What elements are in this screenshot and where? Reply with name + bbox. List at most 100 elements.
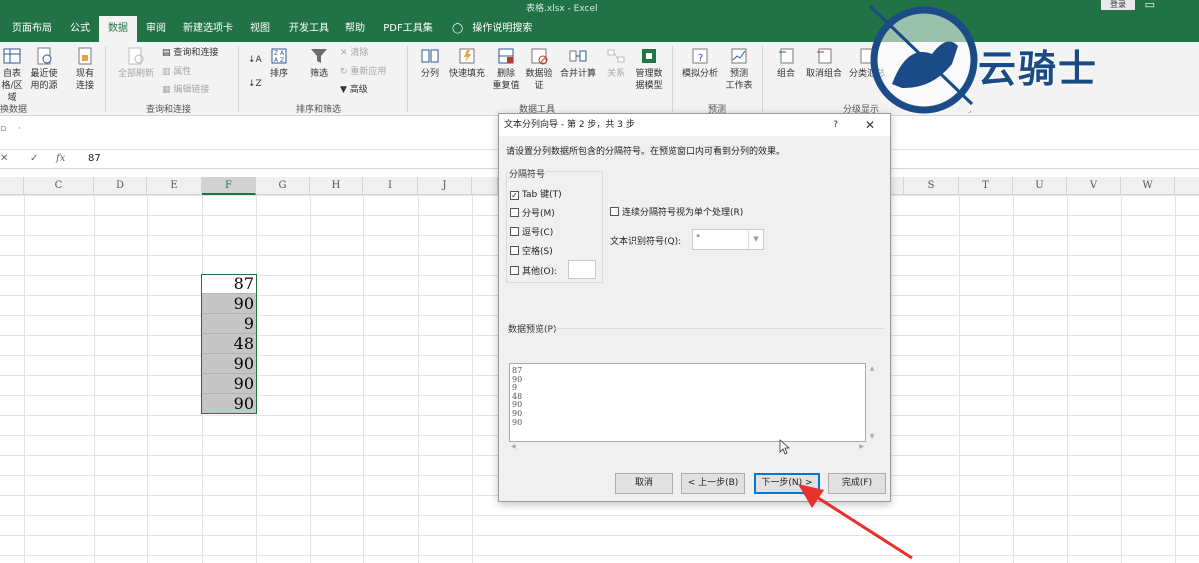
column-header-blank[interactable] — [0, 177, 24, 195]
formula-input[interactable]: 87 — [88, 153, 101, 164]
column-header-h[interactable]: H — [310, 177, 363, 195]
text-to-columns-button[interactable]: 分列 — [417, 46, 443, 80]
sort-button[interactable]: Z AA Z 排序 — [265, 46, 293, 80]
column-header-v[interactable]: V — [1067, 177, 1121, 195]
remove-duplicates-button[interactable]: 删除 重复值 — [490, 46, 522, 92]
text-qualifier-select[interactable]: " ▼ — [692, 229, 764, 250]
scroll-right-icon[interactable]: ▶ — [859, 443, 864, 450]
connections-icon — [78, 47, 92, 65]
mouse-cursor-icon — [779, 439, 791, 455]
help-icon[interactable]: ? — [833, 114, 838, 136]
existing-connections-button[interactable]: 现有 连接 — [70, 46, 100, 92]
group-label-transform: 换数据 — [0, 105, 28, 115]
scroll-up-icon[interactable]: ▲ — [866, 365, 878, 372]
cancel-entry-icon[interactable]: ✕ — [0, 153, 8, 164]
preview-line: 90 — [512, 374, 523, 384]
edit-links-icon: ▦ — [162, 85, 174, 95]
recent-sources-button[interactable]: 最近使 用的源 — [28, 46, 60, 92]
grid-line — [1013, 195, 1014, 563]
column-header-i[interactable]: I — [363, 177, 418, 195]
sort-icon: Z AA Z — [271, 48, 287, 64]
queries-connections-button[interactable]: ▤ 查询和连接 — [162, 47, 218, 59]
ungroup-icon — [817, 48, 832, 64]
insert-function-icon[interactable]: fx — [56, 153, 65, 164]
clear-button[interactable]: ✕ 清除 — [340, 47, 368, 59]
back-button[interactable]: < 上一步(B) — [681, 473, 745, 494]
quick-access-icon[interactable]: ▫ — [0, 124, 6, 134]
ribbon-divider — [672, 46, 673, 112]
consecutive-checkbox[interactable]: 连续分隔符号视为单个处理(R) — [610, 205, 743, 218]
customize-qat-icon[interactable]: · — [18, 124, 21, 134]
clear-icon: ✕ — [340, 48, 351, 58]
tab-review[interactable]: 审阅 — [139, 16, 173, 42]
edit-links-button[interactable]: ▦ 编辑链接 — [162, 84, 209, 96]
preview-horizontal-scrollbar[interactable]: ◀ ▶ — [509, 442, 866, 452]
sort-az-button[interactable]: ↓A — [248, 54, 262, 66]
filter-button[interactable]: 筛选 — [305, 46, 333, 80]
group-icon — [779, 48, 794, 64]
relationships-button[interactable]: 关系 — [601, 46, 631, 80]
svg-text:Z A: Z A — [274, 50, 285, 57]
tab-help[interactable]: 帮助 — [340, 16, 370, 42]
column-header-w[interactable]: W — [1121, 177, 1175, 195]
other-delimiter-input[interactable] — [568, 260, 596, 279]
close-icon[interactable]: ✕ — [865, 114, 875, 136]
grid-line — [310, 195, 311, 563]
flash-fill-button[interactable]: 快速填充 — [446, 46, 488, 80]
column-header-g[interactable]: G — [256, 177, 310, 195]
data-model-button[interactable]: 管理数 据模型 — [633, 46, 665, 92]
cancel-button[interactable]: 取消 — [615, 473, 673, 494]
tab-pdf-tools[interactable]: PDF工具集 — [377, 16, 439, 42]
scroll-down-icon[interactable]: ▼ — [866, 433, 878, 440]
confirm-entry-icon[interactable]: ✓ — [30, 153, 38, 164]
comma-checkbox[interactable]: 逗号(C) — [510, 225, 553, 238]
column-header-t[interactable]: T — [959, 177, 1013, 195]
column-header-f[interactable]: F — [202, 177, 256, 195]
consolidate-icon — [569, 50, 587, 62]
semicolon-checkbox[interactable]: 分号(M) — [510, 206, 555, 219]
column-header-c[interactable]: C — [24, 177, 94, 195]
tab-page-layout[interactable]: 页面布局 — [4, 16, 60, 42]
sort-za-button[interactable]: ↓Z — [248, 78, 262, 90]
grid-line — [24, 195, 25, 563]
refresh-all-button[interactable]: 全部刷新 — [114, 46, 158, 80]
tab-checkbox[interactable]: ✓ Tab 键(T) — [510, 187, 562, 200]
checkbox-icon — [510, 208, 519, 217]
tell-me-search[interactable]: ◯ 操作说明搜索 — [452, 16, 532, 42]
other-checkbox[interactable]: 其他(O): — [510, 264, 557, 277]
tab-formulas[interactable]: 公式 — [62, 16, 98, 42]
data-validation-button[interactable]: 数据验证 — [523, 46, 555, 92]
group-button[interactable]: 组合 — [772, 46, 800, 80]
preview-line: 90 — [512, 417, 523, 427]
tab-new[interactable]: 新建选项卡 — [176, 16, 240, 42]
ungroup-button[interactable]: 取消组合 — [803, 46, 845, 80]
preview-vertical-scrollbar[interactable]: ▲ ▼ — [866, 363, 878, 442]
consolidate-button[interactable]: 合并计算 — [557, 46, 599, 80]
tab-developer[interactable]: 开发工具 — [281, 16, 337, 42]
column-header-s[interactable]: S — [904, 177, 959, 195]
column-header-u[interactable]: U — [1013, 177, 1067, 195]
forecast-sheet-button[interactable]: 预测 工作表 — [722, 46, 756, 92]
reapply-button[interactable]: ↻ 重新应用 — [340, 66, 386, 78]
queries-icon: ▤ — [162, 48, 174, 58]
from-table-button[interactable]: 自表 格/区域 — [0, 46, 24, 104]
data-preview[interactable]: 87 90 9 48 90 90 90 — [509, 363, 866, 442]
column-header-j[interactable]: J — [418, 177, 472, 195]
what-if-icon: ? — [692, 48, 708, 64]
column-header-e[interactable]: E — [147, 177, 202, 195]
tab-data[interactable]: 数据 — [99, 16, 137, 42]
checkbox-icon — [610, 207, 619, 216]
scroll-left-icon[interactable]: ◀ — [511, 443, 516, 450]
grid-line — [1067, 195, 1068, 563]
space-checkbox[interactable]: 空格(S) — [510, 244, 553, 257]
text-to-columns-dialog: 文本分列向导 - 第 2 步，共 3 步 ? ✕ 请设置分列数据所包含的分隔符号… — [498, 113, 891, 502]
column-header-d[interactable]: D — [94, 177, 147, 195]
what-if-button[interactable]: ? 模拟分析 — [680, 46, 720, 80]
column-header-k[interactable] — [472, 177, 498, 195]
tab-view[interactable]: 视图 — [243, 16, 277, 42]
table-icon — [3, 48, 21, 64]
properties-button[interactable]: ▥ 属性 — [162, 66, 191, 78]
grid-line — [1121, 195, 1122, 563]
advanced-button[interactable]: ▼ 高级 — [340, 84, 368, 96]
column-header-r[interactable] — [890, 177, 904, 195]
